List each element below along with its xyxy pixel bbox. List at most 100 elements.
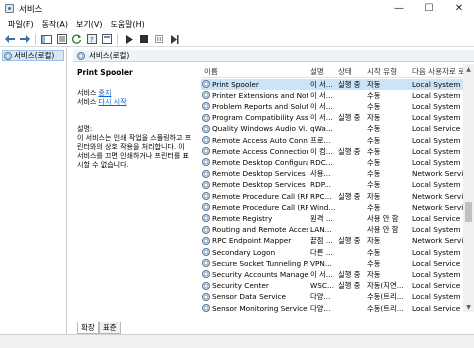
service-status: 실행 중	[338, 191, 361, 201]
menu-view[interactable]: 보기(V)	[72, 19, 106, 30]
service-description: 사용...	[310, 169, 331, 179]
service-row[interactable]: Print Spooler 이 서... 실행 중 자동 Local System	[201, 78, 463, 90]
service-row[interactable]: Routing and Remote Access LAN... 사용 안 함 Loc…	[201, 224, 463, 235]
tree-item-label: 서비스(로컬)	[14, 51, 55, 60]
restart-service-icon[interactable]	[167, 33, 180, 45]
service-description: qWa...	[310, 124, 333, 134]
service-name: RPC Endpoint Mapper	[212, 236, 292, 246]
service-startup-type: 수동	[367, 90, 381, 100]
pane-title: 서비스(로컬)	[89, 51, 130, 60]
service-gear-icon	[202, 180, 210, 189]
properties-icon[interactable]	[55, 33, 68, 45]
service-name: Remote Procedure Call (RP...	[212, 202, 308, 212]
service-description: VPN...	[310, 258, 332, 268]
tab-extended[interactable]: 확장	[77, 322, 99, 334]
service-row[interactable]: Quality Windows Audio Vi... qWa... 수동 Local…	[201, 123, 463, 134]
service-row[interactable]: Remote Desktop Configura... RDC... 수동 Local…	[201, 157, 463, 168]
service-row[interactable]: Remote Procedure Call (RP... RPC... 실행 중 자동…	[201, 191, 472, 202]
service-gear-icon	[202, 136, 210, 144]
service-name: Security Center	[212, 281, 269, 291]
start-service-icon[interactable]	[122, 33, 135, 45]
export-list-icon[interactable]	[100, 33, 113, 45]
service-row[interactable]: Security Accounts Manager 이 서... 실행 중 자동 Loc…	[201, 269, 463, 280]
service-startup-type: 수동	[367, 101, 381, 111]
services-app-icon	[5, 4, 14, 13]
service-row[interactable]: Remote Desktop Services 사용... 수동 Network Se…	[201, 168, 472, 179]
service-startup-type: 자동	[367, 113, 381, 123]
column-header-name[interactable]: 이름	[204, 66, 218, 77]
service-startup-type: 수동	[367, 146, 381, 156]
minimize-button[interactable]: —	[384, 0, 414, 17]
show-hide-console-tree-icon[interactable]	[40, 33, 53, 45]
maximize-button[interactable]: ☐	[414, 0, 444, 17]
extended-description-panel: Print Spooler 서비스 중지 서비스 다시 시작 설명: 이 서비스…	[73, 64, 197, 324]
service-row[interactable]: Sensor Monitoring Service 다양... 수동(트리... Lo…	[201, 303, 463, 314]
service-row[interactable]: Printer Extensions and Notifi...이 서... 수동…	[201, 90, 463, 101]
menu-file[interactable]: 파일(F)	[4, 19, 38, 30]
selected-service-name: Print Spooler	[77, 68, 133, 77]
description-label: 설명:	[77, 125, 93, 133]
scrollbar-thumb[interactable]	[465, 202, 472, 222]
scroll-down-arrow-icon[interactable]: ▼	[463, 302, 474, 312]
stop-service-icon[interactable]	[137, 33, 150, 45]
close-button[interactable]: ✕	[444, 0, 474, 17]
service-name: Secure Socket Tunneling P...	[212, 258, 308, 268]
service-row[interactable]: Program Compatibility Assi... 이 서... 실행 중 자…	[201, 112, 463, 123]
service-gear-icon	[202, 203, 210, 212]
service-description: RPC...	[310, 191, 332, 201]
service-row[interactable]: Remote Registry 원격 ... 사용 안 함 Local Service	[201, 213, 463, 224]
service-row[interactable]: Security Center WSC... 실행 중 자동(지연... Local S…	[201, 280, 463, 291]
service-row[interactable]: Remote Access Connection... 이 컴... 실행 중 수동 L…	[201, 146, 463, 157]
service-row[interactable]: Sensor Data Service 다양... 수동(트리... Local Sy…	[201, 291, 463, 302]
service-gear-icon	[202, 113, 210, 122]
service-status: 실행 중	[338, 79, 361, 89]
pause-service-icon[interactable]	[152, 33, 165, 45]
column-header-status[interactable]: 상태	[338, 66, 352, 77]
service-status: 실행 중	[338, 269, 361, 279]
service-startup-type: 수동	[367, 258, 381, 268]
service-startup-type: 자동(지연...	[367, 281, 404, 291]
column-header-startup-type[interactable]: 시작 유형	[367, 66, 397, 77]
tab-standard[interactable]: 표준	[98, 322, 121, 334]
scroll-up-arrow-icon[interactable]: ▲	[463, 64, 474, 74]
service-status: 실행 중	[338, 113, 361, 123]
help-icon[interactable]: ?	[85, 33, 98, 45]
window-title: 서비스	[19, 4, 43, 15]
pane-header: 서비스(로컬)	[73, 50, 474, 62]
service-row[interactable]: Remote Procedure Call (RP... Wind... 수동 Net…	[201, 202, 472, 213]
back-arrow-icon[interactable]	[3, 33, 16, 45]
services-gear-icon	[4, 51, 12, 60]
service-gear-icon	[202, 192, 210, 200]
vertical-scrollbar[interactable]: ▲ ▼	[463, 64, 474, 312]
service-row[interactable]: RPC Endpoint Mapper 끝점 ... 실행 중 자동 Network S…	[201, 235, 472, 246]
menu-help[interactable]: 도움말(H)	[106, 19, 148, 30]
services-list: 이름 설명 상태 시작 유형 다음 사용자로 로 Print Spooler 이 …	[201, 64, 474, 348]
service-gear-icon	[202, 214, 210, 223]
service-status: 실행 중	[338, 146, 361, 156]
service-gear-icon	[202, 169, 210, 178]
service-row[interactable]: Remote Desktop Services ... RDP... 수동 Local…	[201, 179, 463, 190]
service-startup-type: 자동	[367, 191, 381, 201]
service-description: 이 서...	[310, 79, 333, 89]
service-row[interactable]: Secure Socket Tunneling P... VPN... 수동 Loca…	[201, 258, 463, 269]
column-header-description[interactable]: 설명	[310, 66, 324, 77]
service-gear-icon	[202, 259, 210, 268]
service-startup-type: 사용 안 함	[367, 225, 399, 235]
service-gear-icon	[202, 91, 210, 100]
stop-action-row: 서비스 중지	[77, 89, 112, 97]
stop-service-link[interactable]: 중지	[99, 89, 112, 97]
service-row[interactable]: Secondary Logon 다른 ... 수동 Local System	[201, 247, 463, 258]
refresh-icon[interactable]	[70, 33, 83, 45]
restart-service-link[interactable]: 다시 시작	[99, 98, 127, 106]
service-gear-icon	[202, 236, 210, 245]
forward-arrow-icon[interactable]	[18, 33, 31, 45]
restart-action-row: 서비스 다시 시작	[77, 98, 127, 106]
toolbar: ?	[0, 32, 474, 47]
service-row[interactable]: Remote Access Auto Conne...프로...수동Local …	[201, 135, 463, 146]
service-description: WSC...	[310, 281, 334, 291]
menu-bar: 파일(F) 동작(A) 보기(V) 도움말(H)	[0, 17, 474, 32]
service-name: Print Spooler	[212, 79, 259, 89]
tree-item-services-local[interactable]: 서비스(로컬)	[2, 50, 64, 61]
service-row[interactable]: Problem Reports and Soluti... 이 서... 수동 Loc…	[201, 101, 463, 112]
menu-action[interactable]: 동작(A)	[38, 19, 72, 30]
